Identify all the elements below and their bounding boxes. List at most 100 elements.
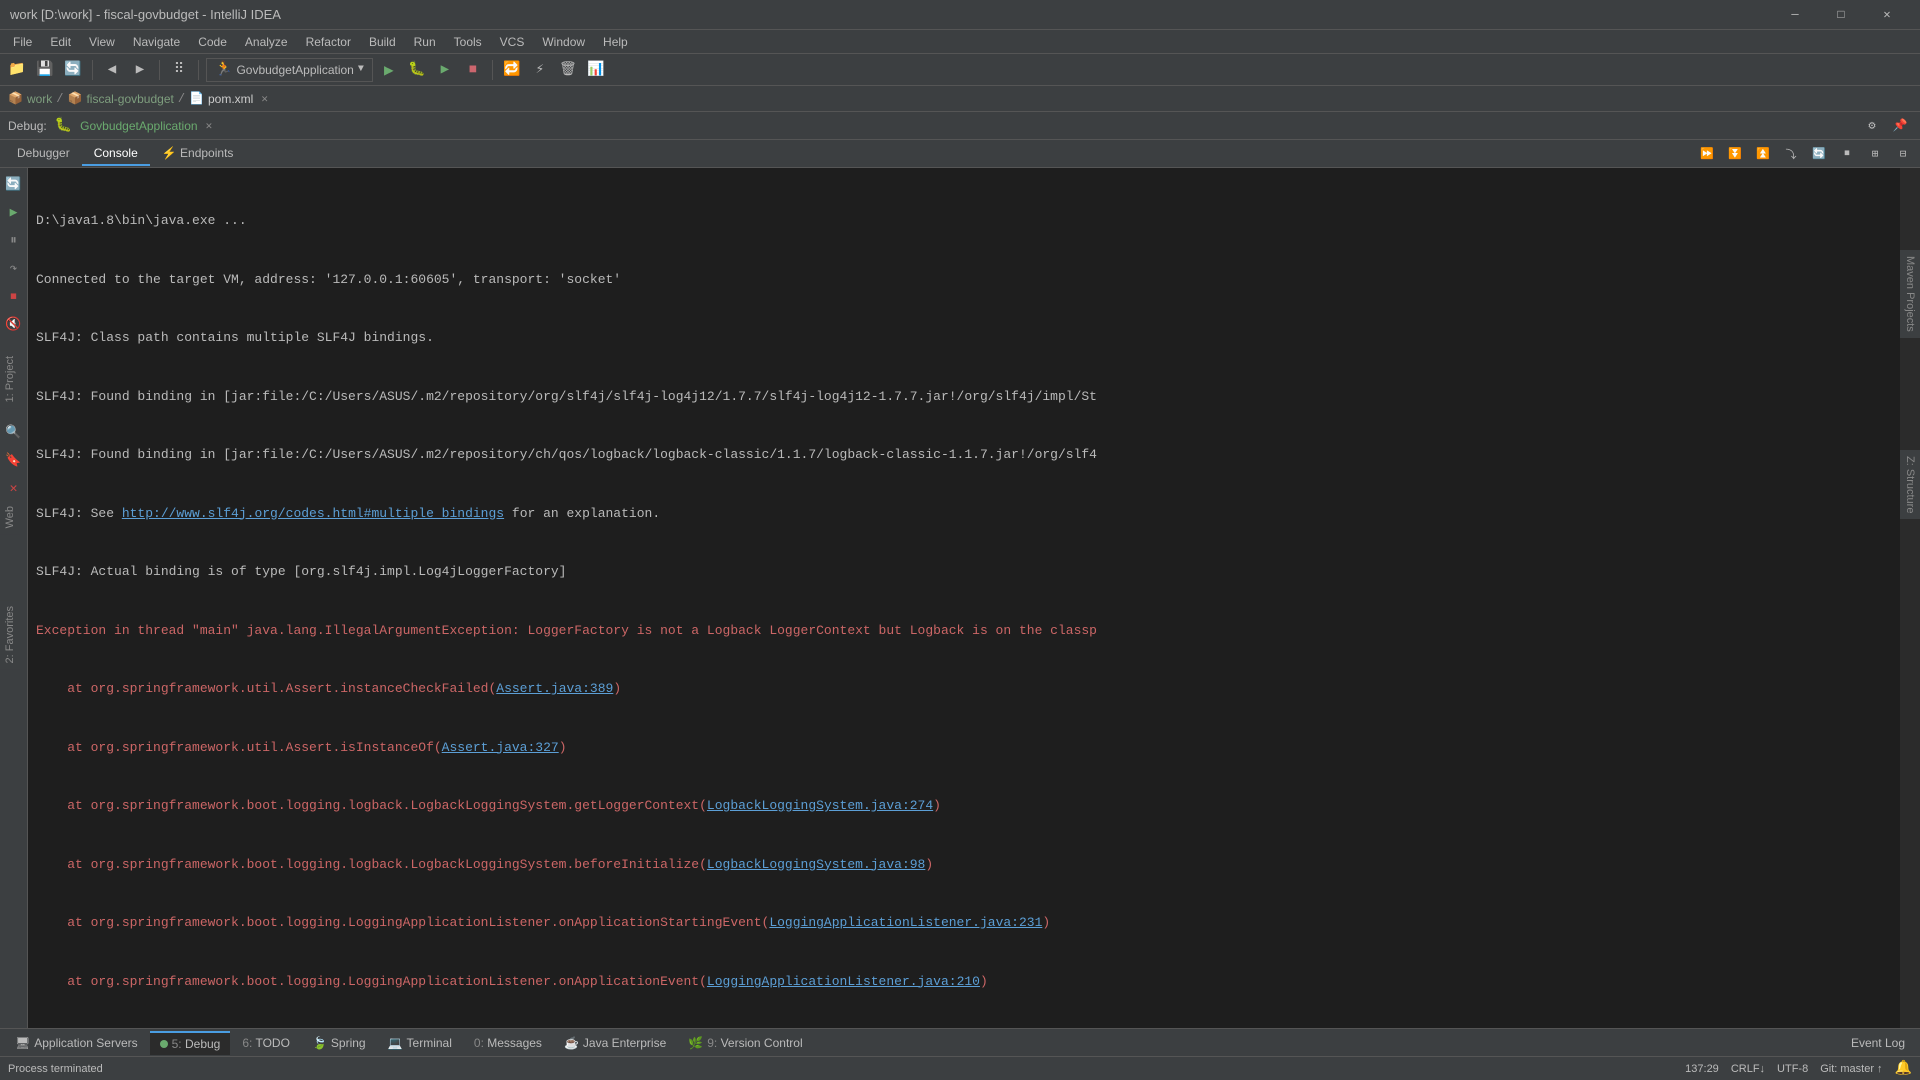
menu-window[interactable]: Window — [534, 33, 593, 51]
menu-build[interactable]: Build — [361, 33, 404, 51]
vcs-status[interactable]: Git: master ↑ — [1820, 1063, 1882, 1075]
menu-run[interactable]: Run — [406, 33, 444, 51]
slf4j-link[interactable]: http://www.slf4j.org/codes.html#multiple… — [122, 506, 504, 521]
dropdown-arrow-icon: ▼ — [358, 64, 364, 75]
debug-session-name: GovbudgetApplication — [80, 119, 197, 133]
debug-tool-6[interactable]: ⏹ — [1835, 142, 1859, 166]
console-line: SLF4J: Class path contains multiple SLF4… — [36, 328, 1892, 348]
close-button[interactable]: ✕ — [1864, 0, 1910, 30]
menu-refactor[interactable]: Refactor — [298, 33, 359, 51]
sidebar-mute-icon[interactable]: 🔇 — [2, 312, 26, 336]
toolbar-forward[interactable]: ▶ — [128, 58, 152, 82]
sidebar-analyze-icon[interactable]: 🔍 — [2, 420, 26, 444]
debug-close-btn[interactable]: ✕ — [206, 119, 213, 133]
stack-link[interactable]: LoggingApplicationListener.java:231 — [769, 915, 1042, 930]
debug-tool-5[interactable]: 🔄 — [1807, 142, 1831, 166]
minimize-button[interactable]: ─ — [1772, 0, 1818, 30]
file-encoding[interactable]: UTF-8 — [1777, 1063, 1808, 1075]
menu-help[interactable]: Help — [595, 33, 636, 51]
toolbar-back[interactable]: ◀ — [100, 58, 124, 82]
sidebar-step-over-icon[interactable]: ↷ — [2, 256, 26, 280]
debug-tool-3[interactable]: ⏫ — [1751, 142, 1775, 166]
project-panel-label[interactable]: 1: Project — [0, 350, 20, 408]
console-line: at org.springframework.boot.logging.Logg… — [36, 913, 1892, 933]
breadcrumb-pom[interactable]: pom.xml — [208, 92, 253, 106]
debug-tool-7[interactable]: ⊞ — [1863, 142, 1887, 166]
maven-panel-label[interactable]: Maven Projects — [1900, 250, 1920, 338]
menu-tools[interactable]: Tools — [446, 33, 490, 51]
stop-button[interactable]: ⏹ — [461, 58, 485, 82]
main-console-area: D:\java1.8\bin\java.exe ... Connected to… — [28, 168, 1900, 1028]
menu-analyze[interactable]: Analyze — [237, 33, 296, 51]
tab-spring[interactable]: 🍃 Spring — [302, 1032, 376, 1054]
menu-view[interactable]: View — [81, 33, 123, 51]
console-line: D:\java1.8\bin\java.exe ... — [36, 211, 1892, 231]
debug-settings-btn[interactable]: ⚙ — [1860, 114, 1884, 138]
tab-console[interactable]: Console — [82, 142, 150, 166]
console-line: at org.springframework.boot.logging.logb… — [36, 796, 1892, 816]
run-button[interactable]: ▶ — [377, 58, 401, 82]
menu-edit[interactable]: Edit — [42, 33, 79, 51]
tab-application-servers[interactable]: 🖥 Application Servers — [5, 1032, 148, 1054]
structure-panel-label[interactable]: Z: Structure — [1900, 450, 1920, 519]
tab-java-enterprise[interactable]: ☕ Java Enterprise — [554, 1032, 676, 1054]
tab-version-control[interactable]: 🌿 9: Version Control — [678, 1032, 812, 1054]
tab-messages[interactable]: 0: Messages — [464, 1032, 552, 1054]
menu-file[interactable]: File — [5, 33, 40, 51]
toolbar-btn-3[interactable]: 🔄 — [61, 58, 85, 82]
menu-vcs[interactable]: VCS — [492, 33, 533, 51]
stack-link[interactable]: LogbackLoggingSystem.java:98 — [707, 857, 925, 872]
tab-debug[interactable]: 5: Debug — [150, 1031, 231, 1055]
debug-tool-2[interactable]: ⏬ — [1723, 142, 1747, 166]
tab-terminal[interactable]: 💻 Terminal — [378, 1032, 462, 1054]
toolbar-btn-structure[interactable]: ⠿ — [167, 58, 191, 82]
debug-label: Debug: — [8, 119, 47, 133]
stack-link[interactable]: Assert.java:327 — [442, 740, 559, 755]
console-line: at org.springframework.boot.logging.logb… — [36, 855, 1892, 875]
breadcrumb-close[interactable]: ✕ — [261, 92, 268, 106]
debug-pin-btn[interactable]: 📌 — [1888, 114, 1912, 138]
breadcrumb-work[interactable]: work — [27, 92, 52, 106]
run-config-selector[interactable]: 🏃 GovbudgetApplication ▼ — [206, 58, 373, 82]
toolbar-btn-2[interactable]: 💾 — [33, 58, 57, 82]
console-output[interactable]: D:\java1.8\bin\java.exe ... Connected to… — [28, 168, 1900, 1028]
tab-endpoints[interactable]: ⚡ Endpoints — [150, 142, 246, 166]
status-bar: Process terminated 137:29 CRLF↓ UTF-8 Gi… — [0, 1056, 1920, 1080]
status-right-section: 137:29 CRLF↓ UTF-8 Git: master ↑ 🔔 — [1685, 1060, 1912, 1077]
bottom-tool-tabs: 🖥 Application Servers 5: Debug 6: TODO 🍃… — [0, 1028, 1920, 1056]
sidebar-bookmark-icon[interactable]: 🔖 — [2, 448, 26, 472]
cursor-position[interactable]: 137:29 — [1685, 1063, 1719, 1075]
stack-link[interactable]: LogbackLoggingSystem.java:274 — [707, 798, 933, 813]
toolbar-btn-heap[interactable]: 📊 — [584, 58, 608, 82]
sidebar-stop-icon[interactable]: ⏹ — [2, 284, 26, 308]
line-separator[interactable]: CRLF↓ — [1731, 1063, 1765, 1075]
web-panel-label[interactable]: Web — [0, 500, 20, 534]
sidebar-resume-icon[interactable]: ▶ — [2, 200, 26, 224]
run-coverage-button[interactable]: ▶ — [433, 58, 457, 82]
console-line: at org.springframework.util.Assert.insta… — [36, 679, 1892, 699]
menu-navigate[interactable]: Navigate — [125, 33, 188, 51]
debug-button[interactable]: 🐛 — [405, 58, 429, 82]
toolbar-btn-update[interactable]: ⚡ — [528, 58, 552, 82]
menu-bar: File Edit View Navigate Code Analyze Ref… — [0, 30, 1920, 54]
breadcrumb-fiscal[interactable]: fiscal-govbudget — [86, 92, 173, 106]
sidebar-pause-icon[interactable]: ⏸ — [2, 228, 26, 252]
tab-debugger[interactable]: Debugger — [5, 142, 82, 166]
tab-todo[interactable]: 6: TODO — [232, 1032, 300, 1054]
debug-tool-1[interactable]: ⏩ — [1695, 142, 1719, 166]
sidebar-rerun-icon[interactable]: 🔄 — [2, 172, 26, 196]
stack-link[interactable]: LoggingApplicationListener.java:210 — [707, 974, 980, 989]
favorites-panel-label[interactable]: 2: Favorites — [0, 600, 20, 669]
toolbar-btn-gc[interactable]: 🗑 — [556, 58, 580, 82]
toolbar-btn-1[interactable]: 📁 — [5, 58, 29, 82]
debug-tool-8[interactable]: ⊟ — [1891, 142, 1915, 166]
sidebar-error-icon[interactable]: ✕ — [2, 476, 26, 500]
menu-code[interactable]: Code — [190, 33, 235, 51]
debug-tool-4[interactable]: ⤵ — [1779, 142, 1803, 166]
debug-dot — [160, 1040, 168, 1048]
maximize-button[interactable]: □ — [1818, 0, 1864, 30]
tab-event-log[interactable]: Event Log — [1841, 1032, 1915, 1054]
stack-link[interactable]: Assert.java:389 — [496, 681, 613, 696]
notifications-icon[interactable]: 🔔 — [1895, 1060, 1912, 1077]
toolbar-btn-rerun[interactable]: 🔁 — [500, 58, 524, 82]
